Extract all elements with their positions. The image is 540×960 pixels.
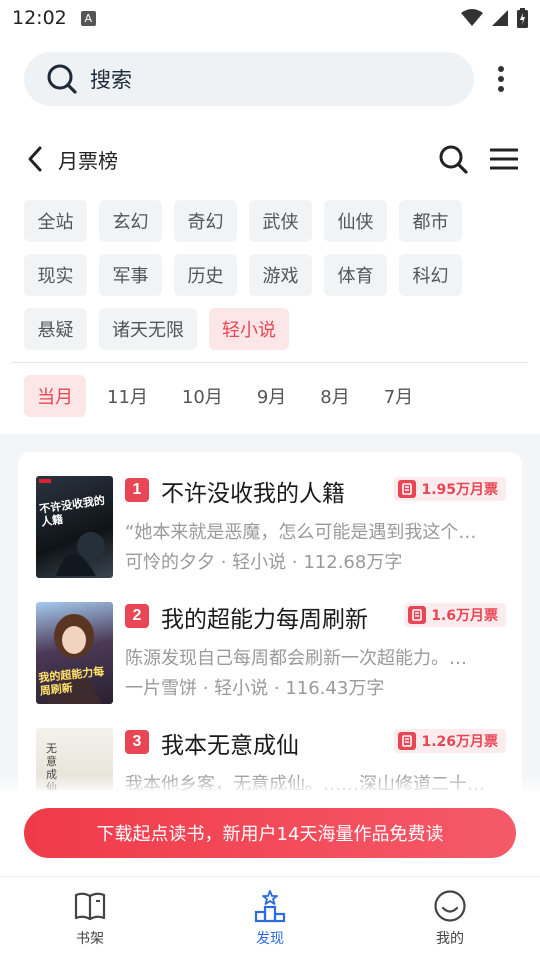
book-item[interactable]: 我的超能力每周刷新 2 我的超能力每周刷新 1.6万月票 陈源发现自己每周都会刷…: [36, 602, 506, 706]
book-item[interactable]: 不许没收我的人籍 1 不许没收我的人籍 1.95万月票 “她本来就是恶魔，怎么可…: [36, 476, 506, 580]
rank-badge: 2: [125, 604, 149, 628]
wifi-icon: [461, 9, 483, 26]
book-meta: 一片雪饼 · 轻小说 · 116.43万字: [125, 678, 385, 699]
category-tag-active[interactable]: 轻小说: [209, 308, 289, 350]
nav-label: 我的: [436, 931, 464, 947]
category-tag[interactable]: 科幻: [399, 254, 462, 296]
vote-badge: 1.6万月票: [404, 603, 506, 627]
search-input[interactable]: 搜索: [24, 52, 474, 106]
category-tag[interactable]: 玄幻: [99, 200, 162, 242]
nav-item-profile[interactable]: 我的: [360, 877, 540, 960]
month-tab[interactable]: 11月: [94, 375, 161, 417]
book-word-count: 112.68万字: [303, 552, 403, 573]
ranking-list: 不许没收我的人籍 1 不许没收我的人籍 1.95万月票 “她本来就是恶魔，怎么可…: [18, 452, 522, 792]
bottom-nav: 书架 发现 我的: [0, 876, 540, 960]
category-tag[interactable]: 仙侠: [324, 200, 387, 242]
book-description: “她本来就是恶魔，怎么可能是遇到我这个…: [125, 522, 477, 543]
book-description: 陈源发现自己每周都会刷新一次超能力。…: [125, 648, 467, 669]
download-banner: 下载起点读书，新用户14天海量作品免费读: [0, 790, 540, 876]
battery-icon: [517, 8, 528, 28]
search-icon: [47, 64, 77, 94]
category-tag[interactable]: 全站: [24, 200, 87, 242]
rank-badge: 1: [125, 478, 149, 502]
menu-icon[interactable]: [490, 147, 518, 171]
more-vertical-icon: [498, 66, 504, 92]
category-tag[interactable]: 军事: [99, 254, 162, 296]
category-tag[interactable]: 现实: [24, 254, 87, 296]
book-meta: 可怜的夕夕 · 轻小说 · 112.68万字: [125, 552, 403, 573]
category-tag[interactable]: 体育: [324, 254, 387, 296]
month-tabs: 当月 11月 10月 9月 8月 7月: [0, 363, 540, 429]
status-bar: 12:02 A: [0, 0, 540, 36]
ticket-icon: [398, 732, 417, 750]
download-app-button[interactable]: 下载起点读书，新用户14天海量作品免费读: [24, 808, 516, 858]
book-icon: [74, 892, 106, 921]
ticket-icon: [398, 480, 417, 498]
book-title: 不许没收我的人籍: [161, 481, 345, 507]
month-tab[interactable]: 7月: [371, 375, 426, 417]
back-arrow-icon[interactable]: [26, 145, 44, 173]
category-tag[interactable]: 历史: [174, 254, 237, 296]
book-cover[interactable]: 不许没收我的人籍: [36, 476, 113, 578]
signal-icon: [492, 10, 508, 26]
month-tab[interactable]: 10月: [169, 375, 236, 417]
category-tag[interactable]: 武侠: [249, 200, 312, 242]
month-tab-active[interactable]: 当月: [24, 375, 86, 417]
search-row: 搜索: [0, 36, 540, 122]
category-tag[interactable]: 诸天无限: [99, 308, 197, 350]
podium-icon: [254, 890, 286, 923]
rank-badge: 3: [125, 730, 149, 754]
category-tag[interactable]: 游戏: [249, 254, 312, 296]
book-author: 可怜的夕夕: [125, 552, 215, 573]
vote-badge: 1.95万月票: [394, 477, 506, 501]
vote-count: 1.6万月票: [431, 608, 498, 624]
month-tab[interactable]: 9月: [244, 375, 299, 417]
ticket-icon: [408, 606, 427, 624]
book-category: 轻小说: [232, 552, 287, 573]
book-cover[interactable]: 我的超能力每周刷新: [36, 602, 113, 704]
search-placeholder: 搜索: [90, 68, 132, 92]
notification-icon: A: [80, 10, 96, 26]
vote-count: 1.26万月票: [421, 734, 498, 750]
nav-item-discover[interactable]: 发现: [180, 877, 360, 960]
vote-count: 1.95万月票: [421, 482, 498, 498]
category-tag[interactable]: 奇幻: [174, 200, 237, 242]
book-title: 我的超能力每周刷新: [161, 607, 368, 633]
search-icon[interactable]: [438, 144, 468, 174]
nav-item-bookshelf[interactable]: 书架: [0, 877, 180, 960]
month-tab[interactable]: 8月: [307, 375, 362, 417]
book-category: 轻小说: [214, 678, 269, 699]
book-author: 一片雪饼: [125, 678, 197, 699]
category-tag[interactable]: 悬疑: [24, 308, 87, 350]
book-title: 我本无意成仙: [161, 733, 299, 759]
book-word-count: 116.43万字: [285, 678, 385, 699]
page-title: 月票榜: [58, 148, 118, 173]
category-tags: 全站 玄幻 奇幻 武侠 仙侠 都市 现实 军事 历史 游戏 体育 科幻 悬疑 诸…: [0, 200, 540, 350]
status-time: 12:02: [12, 7, 67, 29]
vote-badge: 1.26万月票: [394, 729, 506, 753]
smile-icon: [434, 890, 466, 922]
category-tag[interactable]: 都市: [399, 200, 462, 242]
more-menu-button[interactable]: [486, 59, 516, 99]
nav-label: 书架: [76, 931, 104, 947]
page-header: 月票榜: [0, 124, 540, 194]
nav-label: 发现: [256, 931, 284, 947]
